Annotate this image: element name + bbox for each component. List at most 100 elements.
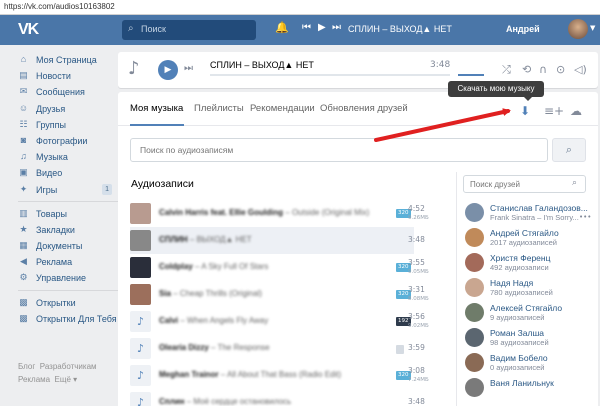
sidebar-item-games[interactable]: ✦ Игры 1: [18, 182, 118, 198]
avatar: [465, 378, 484, 397]
sidebar-item-friends[interactable]: ☺ Друзья: [18, 101, 118, 117]
repeat-icon[interactable]: ⟲: [522, 63, 531, 76]
top-now-playing[interactable]: СПЛИН – ВЫХОД▲ НЕТ: [348, 24, 452, 34]
audio-search-input[interactable]: [130, 138, 548, 162]
track-title: Calvi – When Angels Fly Away: [159, 316, 269, 325]
friend-subtitle: 492 аудиозаписи: [490, 263, 549, 272]
player-track-title: СПЛИН – ВЫХОД▲ НЕТ: [210, 60, 314, 70]
sidebar-item-documents[interactable]: ▦ Документы: [18, 238, 118, 254]
headphones-icon[interactable]: ∩: [539, 63, 547, 76]
track-title: Coldplay – A Sky Full Of Stars: [159, 262, 269, 271]
cover-image: [130, 284, 151, 305]
progress-bar[interactable]: [210, 74, 450, 76]
sidebar-item-photos[interactable]: ◙ Фотографии: [18, 133, 118, 149]
list-item[interactable]: Coldplay – A Sky Full Of Stars 320 3:55 9…: [130, 254, 429, 281]
tab-playlists[interactable]: Плейлисты: [194, 103, 244, 114]
sidebar-item-postcards-for-you[interactable]: ▩ Открытки Для Тебя: [18, 311, 118, 327]
avatar: [465, 253, 484, 272]
messages-icon: ✉: [19, 86, 28, 97]
avatar: [465, 303, 484, 322]
friend-name: Роман Залша: [490, 328, 545, 338]
tab-recommendations[interactable]: Рекомендации: [250, 103, 315, 114]
download-icon[interactable]: ⬇: [520, 104, 530, 118]
next-icon[interactable]: ⏭: [184, 63, 193, 74]
music-note-icon: ♪: [130, 338, 151, 359]
sidebar-item-news[interactable]: ▤ Новости: [18, 68, 118, 84]
sidebar-item-messages[interactable]: ✉ Сообщения: [18, 84, 118, 100]
music-card: Моя музыка Плейлисты Рекомендации Обновл…: [118, 81, 598, 406]
track-duration: 3:56 9.02МБ: [408, 312, 429, 330]
footer-ads-link[interactable]: Реклама: [18, 375, 50, 384]
more-icon[interactable]: •••: [579, 213, 591, 221]
sidebar-item-manage[interactable]: ⚙ Управление: [18, 270, 118, 286]
list-item[interactable]: СПЛИН – ВЫХОД▲ НЕТ 3:48: [130, 227, 425, 254]
add-playlist-icon[interactable]: ≡+: [544, 104, 564, 118]
music-tabs: Моя музыка Плейлисты Рекомендации Обновл…: [118, 81, 598, 126]
friends-icon: ☺: [18, 102, 29, 113]
sidebar-item-my-page[interactable]: ⌂ Моя Страница: [18, 52, 118, 68]
download-tooltip: Скачать мою музыку: [448, 81, 544, 101]
footer-more-link[interactable]: Ещё: [55, 375, 71, 384]
sidebar-item-bookmarks[interactable]: ★ Закладки: [18, 222, 118, 238]
list-item[interactable]: Sia – Cheap Thrills (Original) 320 3:31 8…: [130, 281, 429, 308]
list-item[interactable]: Роман Залша 98 аудиозаписей: [465, 325, 589, 350]
broadcast-icon[interactable]: ⊙: [556, 63, 565, 76]
grid-icon: ▩: [19, 312, 28, 323]
list-item[interactable]: Станислав Галандозов... Frank Sinatra – …: [465, 200, 591, 225]
list-item[interactable]: Надя Надя 780 аудиозаписей: [465, 275, 589, 300]
play-button[interactable]: ▶: [158, 60, 178, 80]
cover-image: [130, 257, 151, 278]
chevron-down-icon[interactable]: ▼: [590, 24, 595, 32]
prev-icon[interactable]: ⏮: [302, 22, 311, 33]
list-item[interactable]: Андрей Стягайло 2017 аудиозаписей: [465, 225, 589, 250]
track-duration: 3:31 8.08МБ: [408, 285, 429, 303]
avatar: [465, 328, 484, 347]
user-name[interactable]: Андрей: [506, 24, 540, 34]
list-item[interactable]: Ваня Ланильнук: [465, 375, 589, 400]
footer-blog-link[interactable]: Блог: [18, 362, 35, 371]
list-item[interactable]: ♪ Сплин – Моё сердце остановилось 3:48: [130, 389, 425, 406]
next-icon[interactable]: ⏭: [332, 22, 341, 33]
speaker-icon[interactable]: ◁): [574, 63, 587, 76]
list-item[interactable]: Calvin Harris feat. Ellie Goulding – Out…: [130, 200, 429, 227]
list-item[interactable]: Алексей Стягайло 9 аудиозаписей: [465, 300, 589, 325]
friend-list: Станислав Галандозов... Frank Sinatra – …: [465, 200, 591, 400]
friend-search-input[interactable]: [463, 175, 586, 193]
upload-icon[interactable]: ☁: [570, 104, 582, 118]
track-title: Olearia Dizzy – The Response: [159, 343, 270, 352]
search-button[interactable]: ⌕: [552, 138, 586, 162]
sidebar-item-postcards[interactable]: ▩ Открытки: [18, 295, 118, 311]
sidebar-item-video[interactable]: ▣ Видео: [18, 165, 118, 181]
top-bar: VK ⌕ Поиск 🔔 ⏮ ▶ ⏭ СПЛИН – ВЫХОД▲ НЕТ Ан…: [0, 15, 600, 45]
avatar[interactable]: [568, 19, 588, 39]
friend-subtitle: 9 аудиозаписей: [490, 313, 545, 322]
tab-friends-updates[interactable]: Обновления друзей: [320, 103, 408, 114]
vk-logo[interactable]: VK: [18, 21, 40, 39]
document-icon: ▦: [19, 240, 28, 251]
news-icon: ▤: [19, 70, 28, 81]
sidebar-item-music[interactable]: ♫ Музыка: [18, 149, 118, 165]
search-icon[interactable]: ⌕: [572, 178, 577, 188]
list-item[interactable]: Христя Ференц 492 аудиозаписи: [465, 250, 589, 275]
list-item[interactable]: ♪ Meghan Trainor – All About That Bass (…: [130, 362, 429, 389]
sidebar-item-groups[interactable]: ☷ Группы: [18, 117, 118, 133]
list-item[interactable]: ♪ Olearia Dizzy – The Response 3:59: [130, 335, 425, 362]
address-bar[interactable]: https://vk.com/audios10163802: [0, 0, 600, 15]
audios-title: Аудиозаписи: [131, 178, 194, 190]
sidebar-item-goods[interactable]: ▥ Товары: [18, 206, 118, 222]
friend-subtitle: Frank Sinatra – I'm Sorry...: [490, 213, 579, 222]
sidebar-item-ads[interactable]: ◀ Реклама: [18, 254, 118, 270]
play-icon[interactable]: ▶: [318, 22, 326, 33]
volume-slider[interactable]: [458, 74, 484, 76]
footer-devs-link[interactable]: Разработчикам: [40, 362, 97, 371]
list-item[interactable]: Вадим Бобело 0 аудиозаписей: [465, 350, 589, 375]
player-time: 3:48: [430, 60, 451, 70]
top-search-input[interactable]: ⌕ Поиск: [122, 20, 256, 40]
shuffle-icon[interactable]: ⤮: [502, 63, 511, 77]
friends-panel: ⌕ Станислав Галандозов... Frank Sinatra …: [456, 172, 591, 406]
bell-icon[interactable]: 🔔: [275, 21, 289, 34]
track-duration: 3:48: [408, 397, 425, 406]
list-item[interactable]: ♪ Calvi – When Angels Fly Away 192 3:56 9…: [130, 308, 429, 335]
music-note-icon: ♪: [128, 58, 140, 79]
tab-my-music[interactable]: Моя музыка: [130, 103, 183, 114]
